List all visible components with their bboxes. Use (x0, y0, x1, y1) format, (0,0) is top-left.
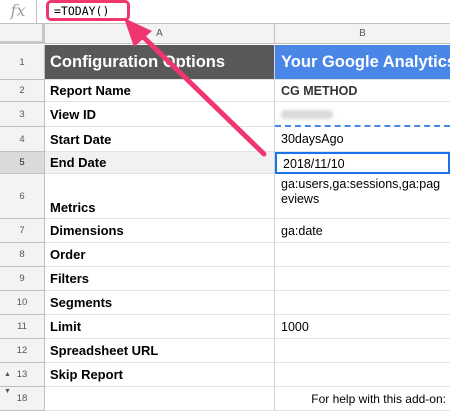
cell-a1[interactable]: Configuration Options (45, 45, 275, 80)
row-10: 10 Segments (0, 291, 450, 315)
row-header-12[interactable]: 12 (0, 339, 45, 363)
row-9: 9 Filters (0, 267, 450, 291)
row-11: 11 Limit 1000 (0, 315, 450, 339)
row-header-5[interactable]: 5 (0, 152, 45, 174)
cell-b13[interactable] (275, 363, 450, 387)
cell-b18-help[interactable]: For help with this add-on: (275, 387, 450, 411)
cell-b2[interactable]: CG METHOD (275, 80, 450, 102)
row-7: 7 Dimensions ga:date (0, 219, 450, 243)
row-12: 12 Spreadsheet URL (0, 339, 450, 363)
row-header-7[interactable]: 7 (0, 219, 45, 243)
row-header-10[interactable]: 10 (0, 291, 45, 315)
cell-a4[interactable]: Start Date (45, 127, 275, 152)
spreadsheet-grid: A B 1 Configuration Options Your Google … (0, 24, 450, 411)
cell-a10[interactable]: Segments (45, 291, 275, 315)
row-header-8[interactable]: 8 (0, 243, 45, 267)
cell-b10[interactable] (275, 291, 450, 315)
fx-icon: fx (0, 0, 37, 24)
row-18: ▼ 18 For help with this add-on: (0, 387, 450, 411)
cell-a7[interactable]: Dimensions (45, 219, 275, 243)
cell-b5-selected[interactable]: 2018/11/10 (275, 152, 450, 174)
row-group-collapse-icon[interactable]: ▼ (4, 388, 11, 395)
cell-a5[interactable]: End Date (45, 152, 275, 174)
select-all-corner[interactable] (0, 24, 45, 44)
row-number-13: 13 (16, 369, 28, 380)
cell-b1[interactable]: Your Google Analytics (275, 45, 450, 80)
row-13: ▲ 13 Skip Report (0, 363, 450, 387)
row-header-3[interactable]: 3 (0, 102, 45, 127)
row-6: 6 Metrics ga:users,ga:sessions,ga:pag ev… (0, 174, 450, 219)
row-header-4[interactable]: 4 (0, 127, 45, 152)
row-3: 3 View ID (0, 102, 450, 127)
column-header-b[interactable]: B (275, 24, 450, 44)
row-header-6[interactable]: 6 (0, 174, 45, 219)
cell-a8[interactable]: Order (45, 243, 275, 267)
cell-b9[interactable] (275, 267, 450, 291)
cell-a9[interactable]: Filters (45, 267, 275, 291)
cell-b6[interactable]: ga:users,ga:sessions,ga:pag eviews (275, 174, 450, 219)
row-header-1[interactable]: 1 (0, 45, 45, 80)
cell-b8[interactable] (275, 243, 450, 267)
cell-b12[interactable] (275, 339, 450, 363)
cell-b7[interactable]: ga:date (275, 219, 450, 243)
cell-b11[interactable]: 1000 (275, 315, 450, 339)
row-header-9[interactable]: 9 (0, 267, 45, 291)
row-8: 8 Order (0, 243, 450, 267)
redacted-view-id (281, 110, 333, 119)
cell-a2[interactable]: Report Name (45, 80, 275, 102)
column-header-a[interactable]: A (45, 24, 275, 44)
row-5: 5 End Date 2018/11/10 (0, 152, 450, 174)
row-header-2[interactable]: 2 (0, 80, 45, 102)
cell-a3[interactable]: View ID (45, 102, 275, 127)
cell-a11[interactable]: Limit (45, 315, 275, 339)
row-group-toggle-icon[interactable]: ▲ (4, 371, 11, 378)
row-4: 4 Start Date 30daysAgo (0, 127, 450, 152)
cell-a6[interactable]: Metrics (45, 174, 275, 219)
row-number-18: 18 (16, 393, 28, 404)
row-1: 1 Configuration Options Your Google Anal… (0, 45, 450, 80)
cell-b4[interactable]: 30daysAgo (275, 127, 450, 152)
row-header-18[interactable]: ▼ 18 (0, 387, 45, 411)
cell-a18[interactable] (45, 387, 275, 411)
row-2: 2 Report Name CG METHOD (0, 80, 450, 102)
row-header-11[interactable]: 11 (0, 315, 45, 339)
formula-highlight-box (46, 0, 130, 21)
cell-b3[interactable] (275, 102, 450, 127)
cell-a12[interactable]: Spreadsheet URL (45, 339, 275, 363)
cell-a13[interactable]: Skip Report (45, 363, 275, 387)
row-header-13[interactable]: ▲ 13 (0, 363, 45, 387)
